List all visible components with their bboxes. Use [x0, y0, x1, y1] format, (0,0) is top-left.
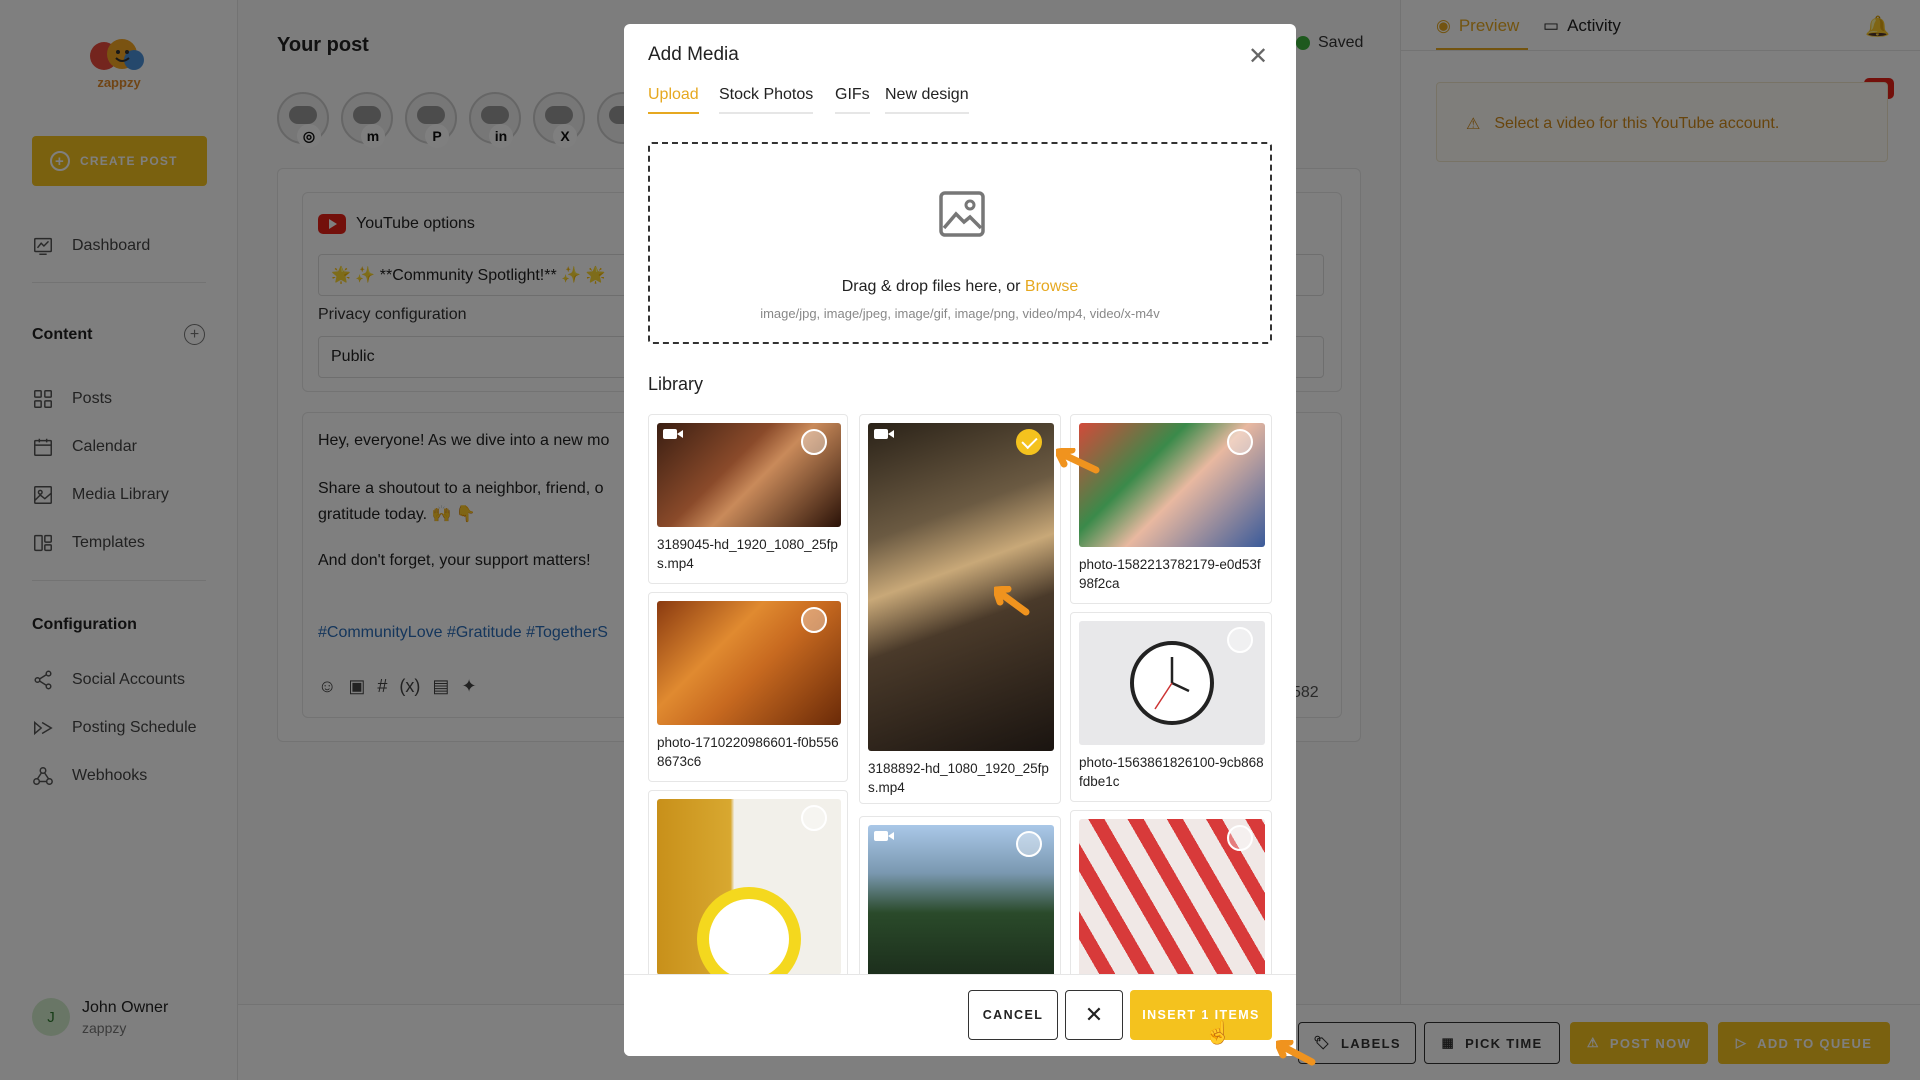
upload-dropzone[interactable]: Drag & drop files here, or Browse image/…: [648, 142, 1272, 344]
library-item-selected[interactable]: 3188892-hd_1080_1920_25fps.mp4: [859, 414, 1061, 804]
media-filename: photo-1582213782179-e0d53f98f2ca: [1079, 557, 1261, 591]
select-checkbox[interactable]: [801, 607, 827, 633]
tab-upload[interactable]: Upload: [648, 86, 699, 114]
library-item[interactable]: photo-1563861826100-9cb868fdbe1c: [1070, 612, 1272, 802]
mouse-cursor-icon: ☝: [1204, 1020, 1232, 1045]
media-filename: 3189045-hd_1920_1080_25fps.mp4: [657, 537, 838, 571]
select-checkbox[interactable]: [801, 429, 827, 455]
add-media-modal: Add Media ✕ Upload Stock Photos GIFs New…: [624, 24, 1296, 1056]
modal-title: Add Media: [648, 44, 739, 65]
library-item[interactable]: [648, 790, 848, 980]
media-filename: 3188892-hd_1080_1920_25fps.mp4: [868, 761, 1049, 795]
accepted-file-types: image/jpg, image/jpeg, image/gif, image/…: [760, 306, 1160, 321]
image-upload-icon: [939, 191, 985, 237]
clear-selection-button[interactable]: ✕: [1065, 990, 1123, 1040]
library-title: Library: [648, 374, 704, 394]
tab-gifs[interactable]: GIFs: [835, 86, 870, 114]
select-checkbox[interactable]: [1227, 429, 1253, 455]
video-icon: [663, 429, 683, 439]
tab-new-design[interactable]: New design: [885, 86, 969, 114]
arrow-pointer-icon: [994, 586, 1030, 616]
arrow-pointer-icon: [1276, 1040, 1316, 1066]
close-icon[interactable]: ✕: [1248, 42, 1268, 71]
library-item[interactable]: photo-1582213782179-e0d53f98f2ca: [1070, 414, 1272, 604]
select-checkbox[interactable]: [801, 805, 827, 831]
browse-link[interactable]: Browse: [1025, 278, 1078, 295]
select-checkbox[interactable]: [1016, 831, 1042, 857]
insert-items-button[interactable]: INSERT 1 ITEMS: [1130, 990, 1272, 1040]
media-filename: photo-1710220986601-f0b5568673c6: [657, 735, 839, 769]
library-item[interactable]: 3189045-hd_1920_1080_25fps.mp4: [648, 414, 848, 584]
dropzone-text: Drag & drop files here, or Browse: [650, 278, 1270, 296]
video-icon: [874, 831, 894, 841]
select-checkbox[interactable]: [1227, 627, 1253, 653]
select-checkbox[interactable]: [1227, 825, 1253, 851]
select-checkbox-checked[interactable]: [1016, 429, 1042, 455]
library-item[interactable]: [1070, 810, 1272, 990]
dropzone-instruction: Drag & drop files here, or: [841, 278, 1025, 295]
video-icon: [874, 429, 894, 439]
media-filename: photo-1563861826100-9cb868fdbe1c: [1079, 755, 1264, 789]
library-item[interactable]: photo-1710220986601-f0b5568673c6: [648, 592, 848, 782]
library-item[interactable]: [859, 816, 1061, 986]
tab-stock-photos[interactable]: Stock Photos: [719, 86, 814, 114]
arrow-pointer-icon: [1056, 448, 1100, 474]
cancel-button[interactable]: CANCEL: [968, 990, 1058, 1040]
close-icon: ✕: [1084, 1002, 1104, 1027]
